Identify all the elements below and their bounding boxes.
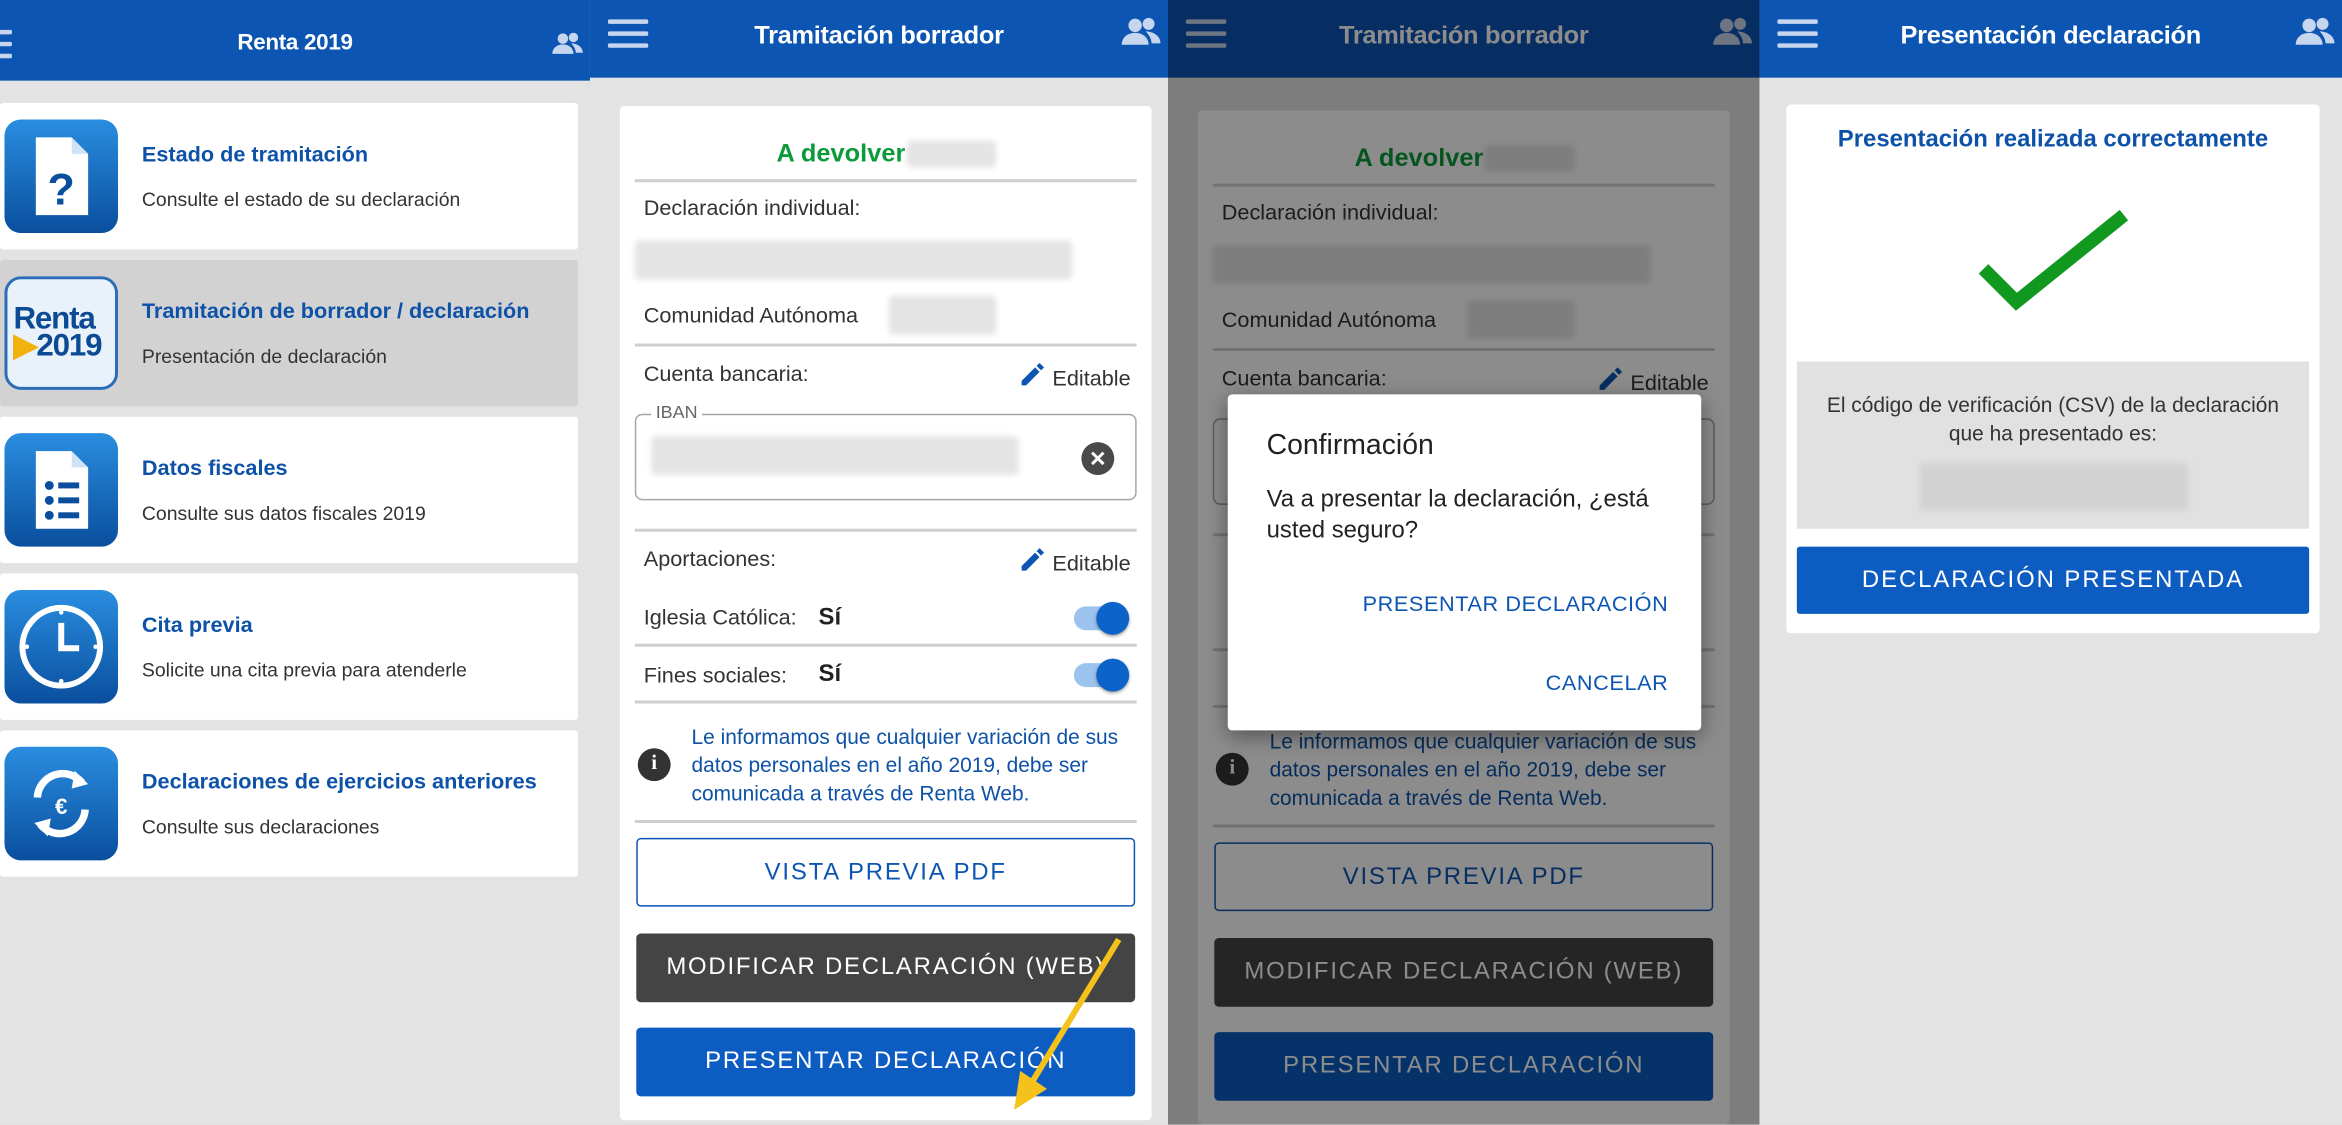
menu-item-title: Declaraciones de ejercicios anteriores <box>141 770 537 795</box>
menu-item-ejercicios-anteriores[interactable]: € Declaraciones de ejercicios anteriores… <box>0 730 579 877</box>
menu-item-datos-fiscales[interactable]: Datos fiscales Consulte sus datos fiscal… <box>0 416 579 564</box>
social-value: Sí <box>818 661 842 688</box>
social-label: Fines sociales: <box>643 664 787 689</box>
clock-icon <box>4 589 118 704</box>
draft-screen: Tramitación borrador A devolver Declarac… <box>589 0 1169 1125</box>
success-card: Presentación realizada correctamente El … <box>1786 104 2320 634</box>
pencil-icon <box>1021 362 1044 386</box>
info-message: Le informamos que cualquier variación de… <box>691 724 1119 806</box>
users-icon[interactable] <box>551 30 584 57</box>
taxpayer-redacted <box>634 240 1073 280</box>
menu-item-title: Cita previa <box>141 613 253 638</box>
svg-text:€: € <box>55 794 68 819</box>
cancel-button[interactable]: CANCELAR <box>1546 672 1669 696</box>
community-label: Comunidad Autónoma <box>643 304 859 329</box>
editable-label: Editable <box>1052 367 1131 392</box>
menu-item-tramitacion[interactable]: Renta ▶2019 Tramitación de borrador / dec… <box>0 259 579 407</box>
confirm-submit-button[interactable]: PRESENTAR DECLARACIÓN <box>1363 593 1669 617</box>
menu-item-title: Tramitación de borrador / declaración <box>141 300 530 325</box>
menu-item-subtitle: Consulte sus datos fiscales 2019 <box>141 501 426 525</box>
declaration-presented-button[interactable]: DECLARACIÓN PRESENTADA <box>1796 546 2310 614</box>
svg-text:?: ? <box>48 165 75 215</box>
app-bar: Tramitación borrador <box>589 0 1169 78</box>
info-icon: i <box>637 748 671 782</box>
social-toggle[interactable] <box>1073 658 1130 692</box>
app-bar: Renta 2019 <box>0 0 590 81</box>
menu-item-cita-previa[interactable]: Cita previa Solicite una cita previa par… <box>0 573 579 720</box>
csv-label: El código de verificación (CSV) de la de… <box>1826 392 2280 446</box>
confirmation-dialog: Confirmación Va a presentar la declaraci… <box>1227 394 1702 731</box>
euro-refresh-icon: € <box>4 746 118 861</box>
menu-item-subtitle: Consulte el estado de su declaración <box>141 188 461 211</box>
bank-edit-link[interactable]: Editable <box>1017 360 1131 391</box>
menu-item-title: Estado de tramitación <box>141 143 369 168</box>
logo-text-year: 2019 <box>36 328 102 363</box>
community-redacted <box>888 295 997 335</box>
app-title: Presentación declaración <box>1900 20 2201 50</box>
app-title: Tramitación borrador <box>754 20 1004 50</box>
contributions-edit-link[interactable]: Editable <box>1017 545 1131 577</box>
yellow-arrow-icon <box>1014 937 1122 1110</box>
declaration-label: Declaración individual: <box>643 197 861 222</box>
app-bar: Presentación declaración <box>1759 0 2342 78</box>
editable-label: Editable <box>1052 552 1131 577</box>
pdf-preview-button[interactable]: VISTA PREVIA PDF <box>636 837 1136 907</box>
menu-item-subtitle: Solicite una cita previa para atenderle <box>141 658 467 682</box>
menu-item-subtitle: Consulte sus declaraciones <box>141 815 380 838</box>
bank-label: Cuenta bancaria: <box>643 362 809 387</box>
list-document-icon <box>4 433 118 547</box>
iban-label: IBAN <box>651 401 703 423</box>
home-screen: Renta 2019 ? Estado de tramitación Consu… <box>0 0 590 1125</box>
draft-card: A devolver Declaración individual: Comun… <box>619 106 1152 1121</box>
renta-2019-logo: Renta ▶2019 <box>4 276 118 390</box>
church-label: Iglesia Católica: <box>643 606 797 631</box>
presented-screen: Presentación declaración Presentación re… <box>1759 0 2342 1125</box>
church-value: Sí <box>818 604 842 631</box>
users-icon[interactable] <box>1120 15 1162 48</box>
church-toggle[interactable] <box>1073 601 1130 635</box>
menu-item-title: Datos fiscales <box>141 457 288 481</box>
clear-icon[interactable]: ✕ <box>1081 442 1115 475</box>
pencil-icon <box>1021 548 1044 571</box>
screenshot-collage: Renta 2019 ? Estado de tramitación Consu… <box>0 0 2342 1125</box>
checkmark-icon <box>1978 209 2129 311</box>
question-document-icon: ? <box>4 119 118 234</box>
csv-box: El código de verificación (CSV) de la de… <box>1796 361 2310 529</box>
success-message: Presentación realizada correctamente <box>1837 126 2269 153</box>
refund-label: A devolver <box>776 138 906 168</box>
csv-code-redacted <box>1919 463 2189 511</box>
contributions-label: Aportaciones: <box>643 548 777 573</box>
dialog-message: Va a presentar la declaración, ¿está ust… <box>1266 486 1649 544</box>
iban-redacted <box>651 436 1019 475</box>
confirm-screen: Tramitación borrador A devolver Declarac… <box>1168 0 1760 1125</box>
refund-amount-redacted <box>906 140 997 168</box>
users-icon[interactable] <box>2294 15 2336 48</box>
app-title: Renta 2019 <box>237 29 353 56</box>
refund-header: A devolver <box>620 139 1152 169</box>
dialog-title: Confirmación <box>1266 430 1434 462</box>
menu-item-subtitle: Presentación de declaración <box>141 345 387 368</box>
menu-item-estado[interactable]: ? Estado de tramitación Consulte el esta… <box>0 103 579 250</box>
iban-input[interactable]: IBAN ✕ <box>634 401 1137 501</box>
